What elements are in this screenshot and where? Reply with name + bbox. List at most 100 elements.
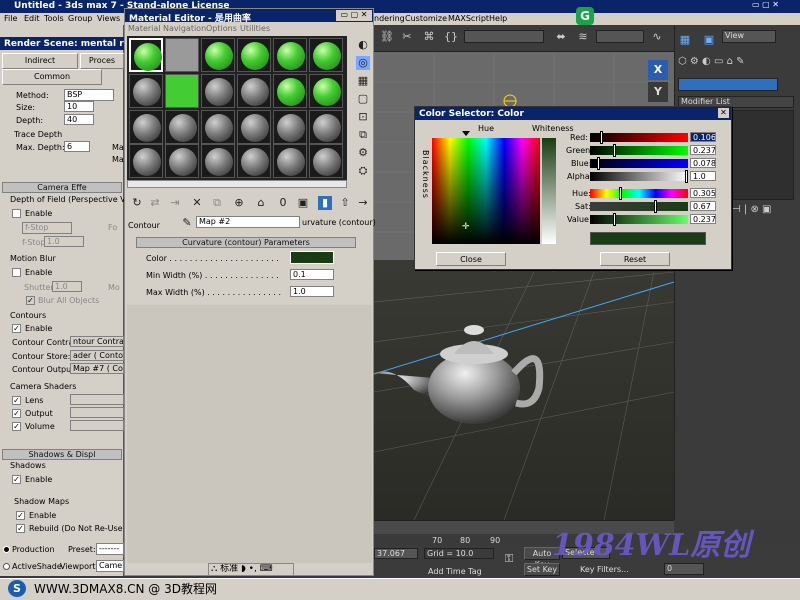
teapot-model[interactable] (374, 318, 554, 428)
sample-slot[interactable] (273, 38, 307, 72)
sample-slot[interactable] (237, 144, 271, 178)
set-key-button[interactable]: Set Key (524, 563, 560, 576)
value-slider[interactable] (590, 215, 688, 224)
fstop-dropdown[interactable]: f-Stop (22, 222, 72, 234)
size-spinner[interactable]: 10 (64, 101, 94, 112)
mirror-icon[interactable]: ⬌ (554, 30, 568, 44)
layer-icon[interactable]: ≋ (576, 30, 590, 44)
sample-slot[interactable] (129, 144, 163, 178)
me-window-controls[interactable]: ▭ ▢ ✕ (336, 10, 372, 21)
pick-material-icon[interactable]: ✎ (180, 216, 194, 230)
alpha-slider-thumb[interactable] (685, 170, 688, 183)
coord-field[interactable]: 37.067 (374, 548, 418, 559)
contour-contrast-button[interactable]: ntour Contrast F (70, 336, 124, 347)
shadows-rollout[interactable]: Shadows & Displ (2, 449, 122, 460)
menu-file[interactable]: File (4, 14, 17, 23)
green-spinner[interactable]: 0.237 (690, 145, 716, 155)
volume-checkbox[interactable]: ✓ (12, 422, 21, 431)
red-slider[interactable] (590, 133, 688, 142)
sample-slot[interactable] (273, 144, 307, 178)
hue-spinner[interactable]: 0.305 (690, 188, 716, 198)
tab-processing[interactable]: Proces (80, 53, 124, 69)
reset-map-icon[interactable]: ✕ (190, 196, 204, 210)
create-panel-icon[interactable]: ▦ (678, 33, 692, 47)
me-menu-utilities[interactable]: Utilities (240, 24, 270, 33)
menu-rendering[interactable]: ndering (374, 14, 405, 23)
max-width-spinner[interactable]: 1.0 (290, 286, 334, 297)
stack-buttons[interactable]: ⊣ | ⊗ ▣ (732, 204, 792, 218)
axis-y-button[interactable]: Y (648, 82, 668, 102)
output-checkbox[interactable]: ✓ (12, 409, 21, 418)
menu-customize[interactable]: Customize (405, 14, 447, 23)
close-button[interactable]: Close (436, 252, 506, 266)
command-tabs[interactable]: ⬡ ⚙ ◐ ▭ ⌂ ✎ (678, 56, 796, 72)
contour-output-button[interactable]: Map #7 ( Con (70, 363, 124, 374)
map-type-label[interactable]: urvature (contour) (302, 218, 376, 227)
window-controls[interactable]: ▭ ▢ ✕ (752, 0, 800, 12)
shadows-enable-checkbox[interactable]: ✓ (12, 475, 21, 484)
menu-tools[interactable]: Tools (44, 14, 64, 23)
blue-slider[interactable] (590, 159, 688, 168)
shutter-spinner[interactable]: 1.0 (52, 281, 82, 292)
hue-blackness-field[interactable] (432, 138, 540, 244)
contour-store-button[interactable]: ader ( Contour (70, 350, 124, 361)
reset-button[interactable]: Reset (600, 252, 670, 266)
activeshade-radio[interactable] (3, 563, 10, 570)
ime-bar[interactable]: ⛬ 标准 ◗ •, ⌨ (208, 563, 294, 576)
sample-slot[interactable] (129, 74, 163, 108)
color-selector-close-icon[interactable]: ✕ (718, 108, 729, 118)
mb-enable-checkbox[interactable] (12, 268, 21, 277)
add-time-tag[interactable]: Add Time Tag (428, 567, 482, 576)
key-filters-button[interactable]: Key Filters... (580, 565, 629, 574)
unlink-icon[interactable]: ✂ (400, 30, 414, 44)
backlight-icon[interactable]: ◎ (356, 56, 370, 70)
tab-common[interactable]: Common (2, 69, 102, 85)
key-icon[interactable]: ⚿ (502, 552, 516, 566)
me-menu-options[interactable]: Options (206, 24, 237, 33)
named-selection-dropdown[interactable] (464, 30, 544, 43)
menu-edit[interactable]: Edit (24, 14, 40, 23)
curvature-params-rollout[interactable]: Curvature (contour) Parameters (136, 237, 356, 248)
contours-enable-checkbox[interactable]: ✓ (12, 324, 21, 333)
sample-slot[interactable] (237, 74, 271, 108)
select-by-material-icon[interactable]: ⛭ (356, 164, 370, 178)
go-to-parent-icon[interactable]: ⇧ (338, 196, 352, 210)
camera-effects-rollout[interactable]: Camera Effe (2, 182, 122, 193)
value-spinner[interactable]: 0.237 (690, 214, 716, 224)
background-icon[interactable]: ▦ (356, 74, 370, 88)
sample-type-icon[interactable]: ◐ (356, 38, 370, 52)
assign-material-icon[interactable]: ⇥ (168, 196, 182, 210)
make-preview-icon[interactable]: ⧉ (356, 128, 370, 142)
hue-slider[interactable] (590, 189, 688, 198)
video-check-icon[interactable]: ⊡ (356, 110, 370, 124)
layer-dropdown[interactable] (596, 30, 644, 43)
modify-panel-icon[interactable]: ▣ (702, 33, 716, 47)
depth-spinner[interactable]: 40 (64, 114, 94, 125)
options-icon[interactable]: ⚙ (356, 146, 370, 160)
sat-spinner[interactable]: 0.67 (690, 201, 716, 211)
hue-marker[interactable] (462, 131, 470, 136)
curve-editor-icon[interactable]: ∿ (650, 30, 664, 44)
bind-icon[interactable]: ⌘ (422, 30, 436, 44)
color-swatch[interactable] (290, 251, 334, 264)
lens-button[interactable] (70, 394, 124, 405)
sample-slot[interactable] (309, 110, 343, 144)
object-name-field[interactable] (678, 78, 778, 91)
make-copy-icon[interactable]: ⧉ (210, 196, 224, 210)
green-slider-thumb[interactable] (612, 144, 616, 157)
material-id-icon[interactable]: 0 (276, 196, 290, 210)
show-map-icon[interactable]: ▣ (296, 196, 310, 210)
menu-help[interactable]: Help (489, 14, 507, 23)
red-slider-thumb[interactable] (600, 131, 604, 144)
menu-group[interactable]: Group (68, 14, 92, 23)
sm-enable-checkbox[interactable]: ✓ (16, 511, 25, 520)
sample-slot[interactable] (129, 38, 163, 72)
sample-slot[interactable] (201, 144, 235, 178)
sample-slot[interactable] (309, 38, 343, 72)
go-forward-icon[interactable]: → (356, 196, 370, 210)
sample-slot[interactable] (129, 110, 163, 144)
value-slider-thumb[interactable] (612, 213, 616, 226)
preset-dropdown[interactable]: ------- (96, 543, 124, 555)
blue-spinner[interactable]: 0.078 (690, 158, 716, 168)
sample-slot[interactable] (309, 144, 343, 178)
